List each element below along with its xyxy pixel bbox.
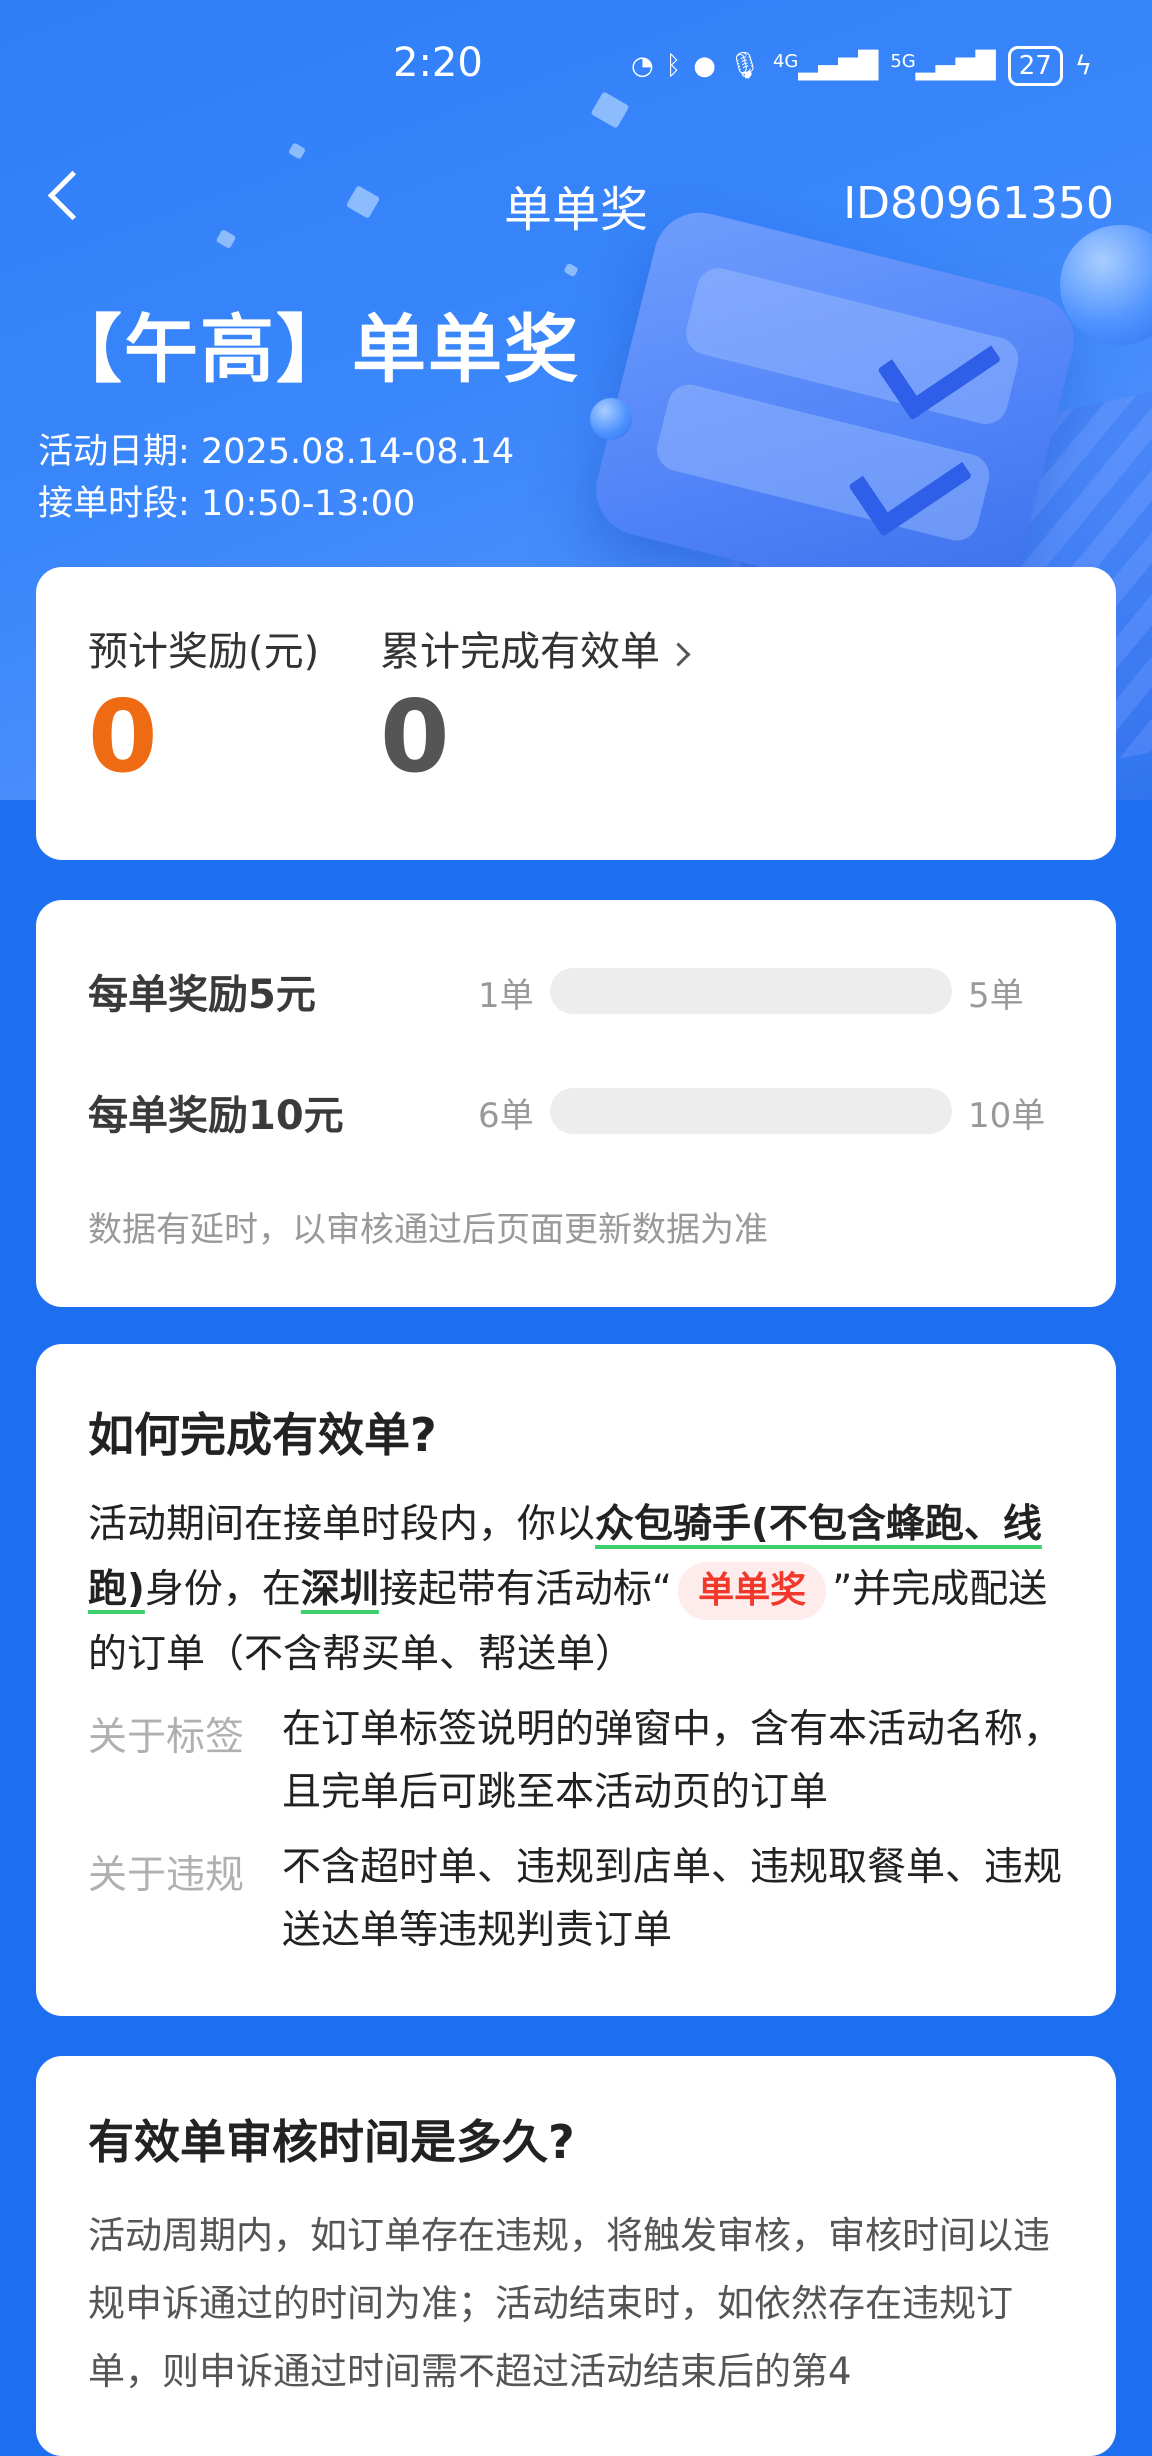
tag-rule-text: 在订单标签说明的弹窗中，含有本活动名称，且完单后可跳至本活动页的订单 [282, 1707, 1063, 1815]
tier-progress-bar [550, 1088, 952, 1134]
status-bar: 2:20 ◔ ᛒ ● 🎙 4G▂▄▆█ 5G▂▄▆█ 27 ϟ [0, 40, 1152, 100]
activity-date: 活动日期: 2025.08.14-08.14 [38, 432, 515, 472]
speed-icon: ◔ [630, 51, 654, 81]
violation-rule-text: 不含超时单、违规到店单、违规取餐单、违规送达单等违规判责订单 [282, 1845, 1063, 1953]
violation-rule-label: 关于违规 [88, 1853, 245, 1898]
reward-value: 0 [88, 678, 158, 795]
tier-progress-bar [550, 968, 952, 1014]
tier-max: 5单 [968, 976, 1024, 1016]
section-title: 有效单审核时间是多久? [88, 2115, 575, 2169]
status-icons: ◔ ᛒ ● 🎙 4G▂▄▆█ 5G▂▄▆█ 27 ϟ [631, 46, 1092, 86]
tier-label: 每单奖励5元 [88, 972, 316, 1018]
completed-orders-value: 0 [380, 678, 450, 795]
bluetooth-icon: ᛒ [665, 51, 682, 81]
activity-id: ID80961350 [843, 178, 1114, 229]
nav-bar: 单单奖 ID80961350 [0, 160, 1152, 250]
city-highlight: 深圳 [300, 1567, 379, 1612]
activity-title: 【午高】单单奖 [48, 307, 580, 393]
chevron-right-icon [666, 641, 691, 667]
signal-4g-icon: 4G▂▄▆█ [772, 51, 879, 81]
tag-rule-label: 关于标签 [88, 1715, 245, 1760]
data-delay-note: 数据有延时，以审核通过后页面更新数据为准 [88, 1210, 768, 1250]
activity-tag-badge: 单单奖 [678, 1562, 827, 1620]
stats-card: 预计奖励(元) 0 累计完成有效单 0 [36, 567, 1116, 860]
rules-paragraph: 活动期间在接单时段内，你以众包骑手(不包含蜂跑、线跑)身份，在深圳接起带有活动标… [88, 1502, 1048, 1677]
review-paragraph: 活动周期内，如订单存在违规，将触发审核，审核时间以违规申诉通过的时间为准；活动结… [88, 2214, 1050, 2393]
decorative-ball [590, 398, 632, 440]
tier-min: 1单 [478, 976, 534, 1016]
signal-5g-icon: 5G▂▄▆█ [890, 51, 996, 81]
reward-label: 预计奖励(元) [88, 629, 320, 675]
order-time-window: 接单时段: 10:50-13:00 [38, 484, 416, 524]
charging-icon: ϟ [1074, 51, 1092, 81]
battery-icon: 27 [1007, 46, 1063, 86]
checklist-illustration [586, 202, 1084, 628]
tier-min: 6单 [478, 1096, 534, 1136]
tier-label: 每单奖励10元 [88, 1093, 344, 1139]
location-icon: ● [693, 51, 716, 81]
reward-tiers-card: 每单奖励5元 1单 5单 每单奖励10元 6单 10单 数据有延时，以审核通过后… [36, 900, 1116, 1307]
completed-orders-link[interactable]: 累计完成有效单 [380, 619, 691, 677]
microphone-icon: 🎙 [727, 51, 761, 81]
tier-max: 10单 [968, 1096, 1046, 1136]
status-time: 2:20 [393, 40, 483, 86]
section-title: 如何完成有效单? [88, 1408, 437, 1462]
review-time-card: 有效单审核时间是多久? 活动周期内，如订单存在违规，将触发审核，审核时间以违规申… [36, 2056, 1116, 2456]
how-to-complete-card: 如何完成有效单? 活动期间在接单时段内，你以众包骑手(不包含蜂跑、线跑)身份，在… [36, 1344, 1116, 2016]
